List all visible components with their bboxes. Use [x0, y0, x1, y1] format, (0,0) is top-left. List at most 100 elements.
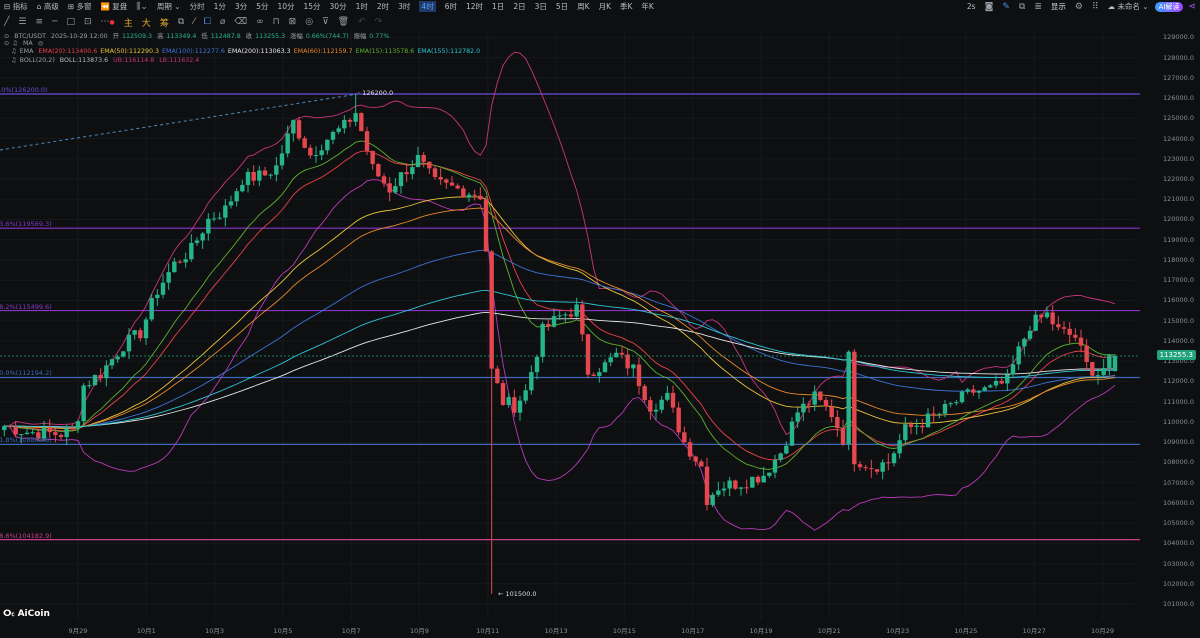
interval-tab[interactable]: 2日: [513, 1, 525, 12]
grid-icon[interactable]: ⠿: [1092, 2, 1099, 12]
eye-icon[interactable]: ◎: [38, 40, 44, 47]
channel-icon[interactable]: ≡: [36, 17, 44, 27]
parallel-lines-icon[interactable]: ☰: [18, 17, 26, 27]
x-axis-label: 10月1: [136, 627, 156, 635]
interval-tab[interactable]: 5分: [256, 1, 268, 12]
candle: [155, 294, 160, 299]
y-axis-label: 111000.0: [1162, 397, 1194, 406]
ma-label[interactable]: MA: [23, 40, 33, 47]
replay-button[interactable]: ⏪ 复盘: [101, 1, 128, 12]
interval-tab[interactable]: 5日: [556, 1, 568, 12]
rectangle-icon[interactable]: □: [66, 17, 75, 27]
horizontal-line-icon[interactable]: ─: [52, 17, 57, 27]
interval-tab[interactable]: 30分: [330, 1, 347, 12]
copy-icon[interactable]: ⧉: [1019, 2, 1025, 12]
collapse-icon[interactable]: ⊙: [4, 40, 9, 47]
hide-icon[interactable]: ◎: [305, 17, 313, 27]
candle: [444, 179, 449, 183]
list-icon[interactable]: ≣: [1034, 2, 1042, 12]
x-axis-label: 10月9: [410, 627, 429, 635]
advanced-button[interactable]: ⌂ 高级: [37, 1, 59, 12]
price-chart[interactable]: [0, 0, 1200, 638]
indicators-button[interactable]: ⊟ 指标: [4, 1, 28, 12]
line-tool-icon[interactable]: ╱: [4, 17, 9, 27]
period-dropdown[interactable]: 周期 ⌄: [157, 1, 181, 12]
share-icon[interactable]: ⋖: [1188, 2, 1196, 12]
ruler-icon[interactable]: ⌀: [220, 17, 225, 27]
ema-label[interactable]: EMA: [20, 48, 34, 55]
alert-icon[interactable]: ⊠: [289, 17, 297, 27]
interval-tab[interactable]: 月K: [599, 1, 611, 12]
interval-tab[interactable]: 3日: [535, 1, 547, 12]
main-force-button[interactable]: 主: [124, 16, 133, 29]
ai-interpret-button[interactable]: AI解读: [1154, 1, 1184, 12]
candle: [240, 184, 245, 192]
candle: [336, 128, 341, 132]
candle: [489, 251, 494, 369]
candle: [109, 359, 115, 366]
candle: [1044, 312, 1050, 318]
multi-window-button[interactable]: ⊞ 多窗: [68, 1, 92, 12]
eraser-icon[interactable]: ⌫: [234, 17, 247, 27]
gear-icon[interactable]: ⚙: [1075, 2, 1083, 12]
interval-tab[interactable]: 分时: [190, 1, 205, 12]
x-axis-label: 10月23: [886, 627, 910, 635]
boll-row: ♫ BOLL(20,2) BOLL:113873.6 UB:116114.8 LB…: [11, 57, 202, 64]
candle: [98, 374, 103, 379]
candle: [920, 425, 925, 428]
interval-tab[interactable]: 3分: [235, 1, 247, 12]
interval-tab[interactable]: 10分: [277, 1, 294, 12]
candle: [546, 323, 551, 327]
compare-icon[interactable]: ⧉: [178, 17, 184, 27]
layout-dropdown[interactable]: ☁ 未命名 ⌄: [1108, 1, 1149, 12]
pencil-icon[interactable]: ✎: [1002, 2, 1010, 12]
interval-tab[interactable]: 6时: [445, 1, 457, 12]
collapse-icon[interactable]: ⊙: [4, 33, 9, 40]
candle: [619, 352, 625, 355]
interval-tab[interactable]: 1时: [356, 1, 368, 12]
candle: [1022, 338, 1027, 347]
interval-tab[interactable]: 2时: [377, 1, 389, 12]
interval-tab[interactable]: 4时: [419, 1, 436, 12]
lock-icon[interactable]: ⊓: [273, 17, 280, 27]
undo-icon[interactable]: ↶: [358, 17, 366, 27]
interval-tab[interactable]: 15分: [303, 1, 320, 12]
big-order-button[interactable]: 大: [142, 16, 151, 29]
advanced-label: 高级: [43, 2, 59, 11]
display-button[interactable]: 显示: [1051, 1, 1066, 12]
candle: [53, 432, 58, 435]
candle: [772, 459, 778, 473]
camera-icon[interactable]: ◙: [985, 2, 994, 12]
candle: [194, 240, 200, 243]
candle: [778, 453, 783, 460]
redo-icon[interactable]: ↷: [375, 17, 383, 27]
magnet-icon[interactable]: ⧠: [204, 17, 211, 27]
trash-icon[interactable]: 🗑: [338, 17, 349, 27]
interval-tab[interactable]: 3时: [398, 1, 410, 12]
filter-icon[interactable]: ⊽: [322, 17, 329, 27]
text-box-icon[interactable]: ⊡: [84, 17, 92, 27]
interval-tab[interactable]: 季K: [620, 1, 632, 12]
y-axis-label: 110000.0: [1162, 417, 1194, 426]
candle: [262, 170, 268, 176]
bell-icon: ♫: [12, 40, 18, 47]
candle: [954, 402, 959, 404]
interval-tab[interactable]: 年K: [641, 1, 653, 12]
interval-tab[interactable]: 周K: [577, 1, 589, 12]
x-axis-label: 10月3: [205, 627, 225, 635]
candle: [449, 182, 455, 186]
candle: [432, 168, 438, 178]
measure-icon[interactable]: ⁄: [193, 17, 195, 27]
interval-tab[interactable]: 12时: [466, 1, 483, 12]
chips-button[interactable]: 筹: [160, 16, 169, 29]
candle: [948, 403, 953, 405]
x-axis-label: 10月29: [1090, 627, 1115, 635]
interval-tab[interactable]: 1日: [492, 1, 504, 12]
boll-label[interactable]: BOLL(20,2): [20, 57, 55, 64]
candle: [897, 440, 902, 454]
chart-type-icon[interactable]: ⫼⌄: [136, 2, 148, 12]
interval-tab[interactable]: 1分: [214, 1, 226, 12]
visibility-icon[interactable]: ∞: [256, 17, 264, 27]
more-icon[interactable]: ⋯●: [101, 17, 115, 27]
refresh-interval[interactable]: 2s: [967, 2, 976, 11]
